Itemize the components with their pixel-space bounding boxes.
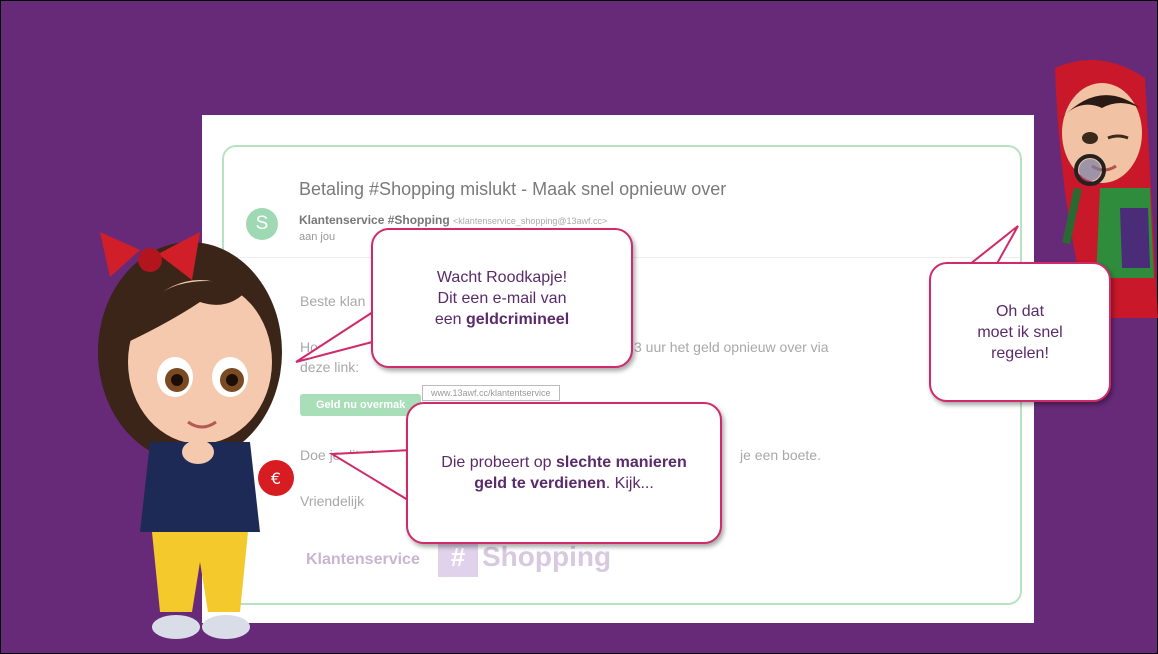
reply-line2: moet ik snel	[977, 323, 1063, 341]
speech-bubble-warning: Wacht Roodkapje! Dit een e-mail van een …	[371, 228, 633, 368]
reply-line3: regelen!	[991, 344, 1049, 362]
email-subject: Betaling #Shopping mislukt - Maak snel o…	[299, 179, 727, 199]
warning-line2: Dit een e-mail van	[437, 289, 567, 307]
sender-name: Klantenservice #Shopping	[299, 213, 450, 227]
explain-text: Die probeert op slechte manieren geld te…	[408, 452, 720, 494]
signature-logo-text: Shopping	[482, 541, 612, 572]
explain-suffix: . Kijk...	[605, 475, 654, 492]
warning-line3-bold: geldcrimineel	[465, 310, 570, 328]
email-line3-right: je een boete.	[740, 447, 821, 463]
speech-bubble-reply: Oh dat moet ik snel regelen!	[929, 262, 1111, 402]
pay-now-button[interactable]: Geld nu overmak	[300, 394, 422, 416]
reply-line1: Oh dat	[995, 302, 1045, 320]
girl-with-apple-character: €	[98, 232, 294, 639]
explain-prefix: Die probeert op	[441, 454, 556, 471]
link-url-tooltip: www.13awf.cc/klantentservice	[422, 385, 560, 401]
warning-line3: een geldcrimineel	[373, 309, 631, 330]
email-line1-right: 3 uur het geld opnieuw over via	[634, 339, 829, 355]
warning-line3-prefix: een	[434, 310, 466, 328]
warning-line1: Wacht Roodkapje!	[436, 268, 568, 286]
signature-label: Klantenservice	[306, 551, 420, 568]
sender-line: Klantenservice #Shopping <klantenservice…	[299, 213, 607, 227]
speech-bubble-explain: Die probeert op slechte manieren geld te…	[406, 402, 722, 544]
svg-text:€: €	[271, 469, 281, 488]
sender-address: <klantenservice_shopping@13awf.cc>	[453, 216, 608, 226]
